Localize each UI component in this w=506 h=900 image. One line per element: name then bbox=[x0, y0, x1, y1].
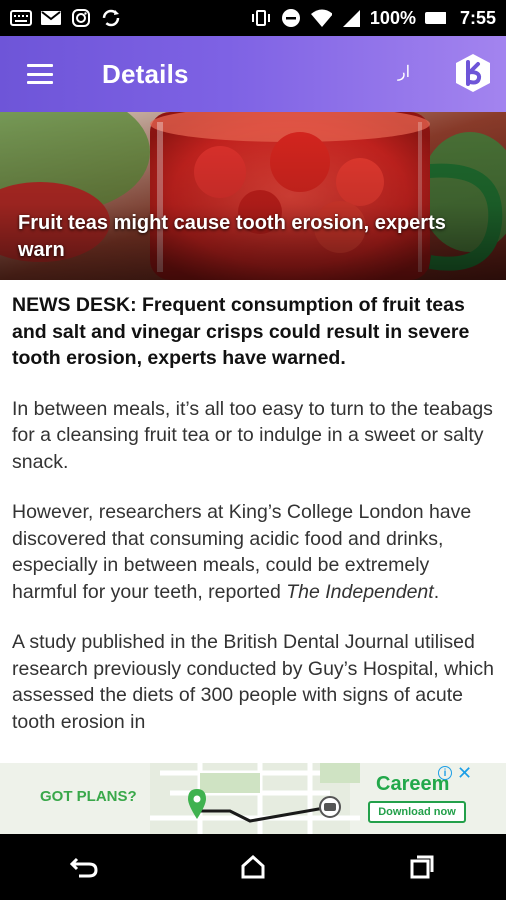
home-button[interactable] bbox=[223, 837, 283, 897]
ad-info-icon[interactable]: i bbox=[438, 766, 452, 780]
home-icon bbox=[241, 854, 265, 879]
hero-headline: Fruit teas might cause tooth erosion, ex… bbox=[18, 212, 446, 261]
hero-image[interactable]: Fruit teas might cause tooth erosion, ex… bbox=[0, 112, 506, 280]
signal-icon bbox=[340, 9, 362, 27]
article-body: NEWS DESK: Frequent consumption of fruit… bbox=[12, 292, 496, 735]
page-title: Details bbox=[102, 58, 189, 89]
keyboard-icon bbox=[10, 9, 32, 27]
article-paragraph-3: A study published in the British Dental … bbox=[12, 631, 494, 733]
recents-button[interactable] bbox=[392, 837, 452, 897]
app-logo-icon[interactable] bbox=[452, 52, 494, 94]
article-lead: NEWS DESK: Frequent consumption of fruit… bbox=[12, 294, 470, 369]
ad-download-button[interactable]: Download now bbox=[368, 801, 466, 823]
ad-headline: GOT PLANS? bbox=[40, 788, 137, 805]
vibrate-icon bbox=[250, 9, 272, 27]
source-name: The Independent bbox=[286, 580, 434, 603]
ad-banner[interactable]: GOT PLANS? Careem Download now i ✕ bbox=[0, 763, 506, 834]
back-button[interactable] bbox=[54, 837, 114, 897]
back-icon bbox=[70, 857, 98, 878]
clock: 7:55 bbox=[459, 7, 496, 28]
status-bar: 100% 7:55 bbox=[0, 0, 506, 36]
menu-button[interactable] bbox=[0, 36, 80, 112]
hamburger-icon bbox=[27, 64, 53, 84]
do-not-disturb-icon bbox=[280, 9, 302, 27]
language-toggle[interactable]: ار bbox=[392, 62, 416, 86]
article-paragraph-2: However, researchers at King’s College L… bbox=[12, 499, 496, 605]
notification-icons bbox=[10, 9, 122, 27]
battery-icon bbox=[424, 9, 446, 27]
article-paragraph-1: In between meals, it’s all too easy to t… bbox=[12, 397, 493, 473]
recents-icon bbox=[410, 855, 434, 879]
app-bar: Details ار bbox=[0, 36, 506, 112]
wifi-icon bbox=[310, 9, 332, 27]
system-nav-bar bbox=[0, 834, 506, 900]
paragraph-2-end: . bbox=[433, 580, 440, 603]
ad-close-icon[interactable]: ✕ bbox=[457, 763, 472, 784]
instagram-icon bbox=[70, 9, 92, 27]
gmail-icon bbox=[40, 9, 62, 27]
sync-icon bbox=[100, 9, 122, 27]
battery-percent: 100% bbox=[369, 7, 416, 28]
